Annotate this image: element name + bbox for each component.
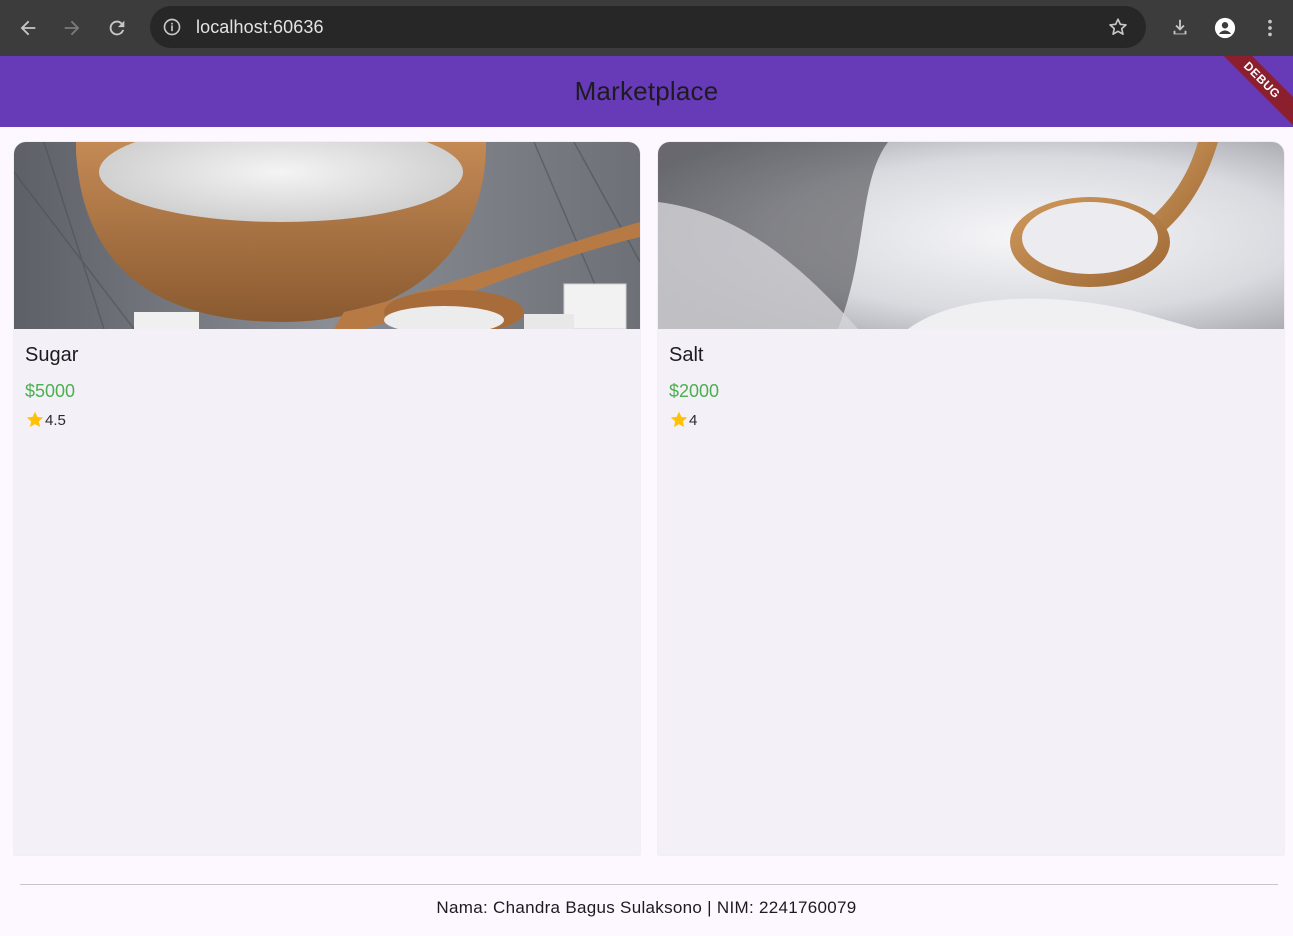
address-bar[interactable]: localhost:60636 [150, 6, 1146, 48]
product-image-salt [658, 142, 1284, 329]
browser-menu-button[interactable] [1254, 12, 1286, 44]
product-name: Sugar [25, 344, 79, 366]
product-card[interactable]: Sugar $5000 4.5 [14, 142, 640, 855]
star-icon [670, 411, 688, 427]
product-card[interactable]: Salt $2000 4 [658, 142, 1284, 855]
info-icon[interactable] [160, 15, 184, 39]
footer-divider [20, 884, 1278, 885]
url-text[interactable]: localhost:60636 [196, 17, 324, 37]
profile-button[interactable] [1209, 12, 1241, 44]
profile-icon [1214, 17, 1236, 39]
product-price: $2000 [669, 381, 720, 401]
reload-icon [109, 20, 125, 36]
browser-toolbar: localhost:60636 [0, 0, 1293, 56]
download-icon [1173, 19, 1187, 35]
forward-button[interactable] [56, 12, 88, 44]
app-bar: Marketplace DEBUG [0, 56, 1293, 127]
vertical-dots-icon [1268, 19, 1272, 37]
download-button[interactable] [1164, 12, 1196, 44]
back-button[interactable] [12, 12, 44, 44]
rating-value: 4.5 [45, 411, 66, 429]
product-image-sugar [14, 142, 640, 329]
app-bar-title: Marketplace [574, 76, 719, 106]
back-arrow-icon [20, 20, 36, 36]
rating-value: 4 [689, 411, 698, 429]
product-rating: 4 [669, 410, 697, 430]
reload-button[interactable] [101, 12, 133, 44]
footer-text: Nama: Chandra Bagus Sulaksono | NIM: 224… [436, 898, 857, 917]
product-rating: 4.5 [25, 410, 66, 430]
product-name: Salt [669, 344, 704, 366]
product-price: $5000 [25, 381, 76, 401]
star-icon [26, 411, 44, 427]
bookmark-star-icon[interactable] [1106, 15, 1130, 39]
forward-arrow-icon [64, 20, 80, 36]
